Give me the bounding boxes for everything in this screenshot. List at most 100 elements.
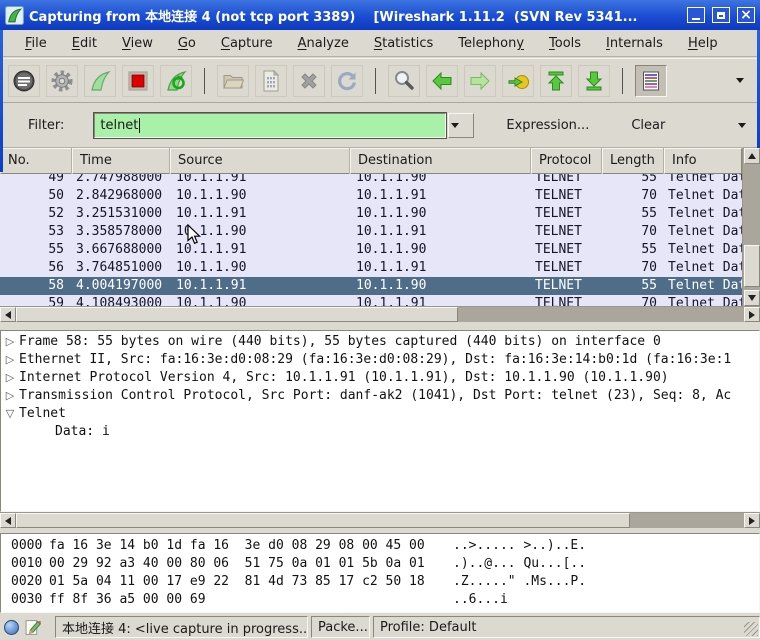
cell-time: 4.004197000 (76, 278, 163, 293)
restart-capture-button[interactable] (160, 64, 192, 97)
collapsed-expander-icon[interactable]: ▷ (1, 387, 19, 405)
column-header-no[interactable]: No. (0, 147, 73, 175)
hex-line[interactable]: 0030 ff 8f 36 a5 00 00 69 ..6...i (11, 591, 759, 609)
open-capture-file-button (217, 64, 249, 97)
scroll-left-button[interactable] (0, 307, 16, 322)
filter-dropdown-button[interactable] (448, 113, 475, 138)
hex-line[interactable]: 0020 01 5a 04 11 00 17 e9 22 81 4d 73 85 … (11, 573, 759, 591)
filter-label-button[interactable]: Filter: (28, 118, 64, 133)
menu-item-file[interactable]: File (15, 33, 57, 54)
packet-list-horizontal-scrollbar[interactable] (0, 306, 760, 322)
horizontal-scrollbar-thumb[interactable] (16, 513, 630, 528)
menu-item-view[interactable]: View (112, 33, 163, 54)
detail-horizontal-scrollbar[interactable] (0, 512, 760, 528)
menu-item-telephony[interactable]: Telephony (448, 33, 534, 54)
menu-item-statistics[interactable]: Statistics (364, 33, 443, 54)
capture-options-button[interactable] (46, 64, 78, 97)
scroll-left-button[interactable] (0, 513, 16, 528)
save-capture-file-button (255, 64, 287, 97)
hex-line[interactable]: 0010 00 29 92 a3 40 00 80 06 51 75 0a 01 … (11, 555, 759, 573)
detail-line[interactable]: ▷ Internet Protocol Version 4, Src: 10.1.… (1, 369, 759, 387)
expression-button[interactable]: Expression... (506, 118, 589, 133)
hex-dump-lines: 0000 fa 16 3e 14 b0 1d fa 16 3e d0 08 29 … (11, 537, 759, 609)
hex-line[interactable]: 0000 fa 16 3e 14 b0 1d fa 16 3e d0 08 29 … (11, 537, 759, 555)
scroll-down-button[interactable] (744, 290, 760, 306)
column-header-info[interactable]: Info (663, 147, 743, 175)
collapsed-expander-icon[interactable]: ▷ (1, 333, 19, 351)
detail-line[interactable]: ▽ Telnet (1, 405, 759, 423)
cell-proto: TELNET (535, 174, 582, 185)
menu-item-edit[interactable]: Edit (62, 33, 107, 54)
packet-row-50[interactable]: 50 2.842968000 10.1.1.90 10.1.1.91 TELNET 70 T… (0, 187, 742, 205)
packet-list-vertical-scrollbar[interactable] (742, 148, 760, 306)
triangle-up-icon (748, 153, 756, 159)
capture-comment-icon[interactable] (25, 619, 42, 636)
vertical-scrollbar-thumb[interactable] (744, 245, 760, 287)
maximize-button[interactable] (712, 7, 730, 23)
scroll-right-button[interactable] (744, 513, 760, 528)
menu-item-internals[interactable]: Internals (596, 33, 673, 54)
main-toolbar (0, 58, 760, 103)
cell-src: 10.1.1.91 (176, 174, 247, 185)
detail-line-text: Telnet (19, 406, 66, 421)
cell-dst: 10.1.1.90 (356, 242, 427, 257)
list-interfaces-button[interactable] (8, 64, 40, 97)
horizontal-scrollbar-thumb[interactable] (16, 307, 458, 322)
go-to-last-packet-button[interactable] (578, 64, 610, 97)
go-back-button[interactable] (426, 64, 458, 97)
start-capture-button[interactable] (84, 64, 116, 97)
packet-row-52[interactable]: 52 3.251531000 10.1.1.91 10.1.1.90 TELNET 55 T… (0, 205, 742, 223)
column-header-time[interactable]: Time (71, 147, 171, 175)
triangle-right-icon (749, 516, 755, 525)
expert-info-icon[interactable] (4, 619, 19, 635)
detail-line[interactable]: ▷ Transmission Control Protocol, Src Port… (1, 387, 759, 405)
scroll-up-button[interactable] (744, 148, 760, 164)
stop-capture-button[interactable] (122, 64, 154, 97)
clear-button[interactable]: Clear (631, 118, 665, 133)
start-capture-icon (88, 69, 112, 93)
cell-src: 10.1.1.90 (176, 260, 247, 275)
window-border-left (0, 30, 3, 172)
filter-input[interactable]: telnet (93, 112, 448, 139)
close-icon: × (740, 7, 752, 23)
minimize-button[interactable] (687, 7, 705, 23)
cell-info: Telnet Dat (668, 260, 742, 275)
triangle-right-icon (749, 310, 755, 319)
column-header-source[interactable]: Source (169, 147, 351, 175)
column-header-destination[interactable]: Destination (349, 147, 532, 175)
detail-line[interactable]: ▷ Frame 58: 55 bytes on wire (440 bits), … (1, 333, 759, 351)
packet-row-55[interactable]: 55 3.667688000 10.1.1.91 10.1.1.90 TELNET 55 T… (0, 241, 742, 259)
detail-line[interactable]: Data: i (1, 423, 759, 441)
scroll-right-button[interactable] (744, 307, 760, 322)
go-to-packet-button[interactable] (502, 64, 534, 97)
packet-row-56[interactable]: 56 3.764851000 10.1.1.90 10.1.1.91 TELNET 70 T… (0, 259, 742, 277)
go-to-first-packet-button[interactable] (540, 64, 572, 97)
menu-item-analyze[interactable]: Analyze (288, 33, 359, 54)
colorize-packet-list-button[interactable] (635, 64, 667, 97)
menu-item-capture[interactable]: Capture (211, 33, 283, 54)
filter-overflow-button[interactable] (738, 123, 746, 128)
collapsed-expander-icon[interactable]: ▷ (1, 351, 19, 369)
toolbar-overflow-button[interactable] (736, 78, 744, 83)
collapsed-expander-icon[interactable]: ▷ (1, 369, 19, 387)
detail-line[interactable]: ▷ Ethernet II, Src: fa:16:3e:d0:08:29 (fa… (1, 351, 759, 369)
packet-row-53[interactable]: 53 3.358578000 10.1.1.90 10.1.1.91 TELNET 70 T… (0, 223, 742, 241)
chevron-down-icon (451, 123, 460, 128)
cell-info: Telnet Dat (668, 188, 742, 203)
packet-row-49[interactable]: 49 2.747988000 10.1.1.91 10.1.1.90 TELNET 55 T… (0, 174, 742, 187)
menu-item-go[interactable]: Go (168, 33, 206, 54)
restart-capture-icon (164, 69, 188, 93)
packet-row-58[interactable]: 58 4.004197000 10.1.1.91 10.1.1.90 TELNET 55 T… (0, 277, 742, 295)
close-button[interactable]: × (737, 7, 755, 23)
find-packet-button[interactable] (388, 64, 420, 97)
column-header-protocol[interactable]: Protocol (530, 147, 603, 175)
go-forward-button[interactable] (464, 64, 496, 97)
packet-row-59[interactable]: 59 4.108493000 10.1.1.90 10.1.1.91 TELNET 70 T… (0, 295, 742, 306)
menu-item-tools[interactable]: Tools (539, 33, 591, 54)
cell-no: 49 (48, 174, 64, 185)
capture-options-icon (50, 69, 74, 93)
resize-grip[interactable] (744, 622, 758, 636)
column-header-length[interactable]: Length (601, 147, 665, 175)
menu-item-help[interactable]: Help (678, 33, 728, 54)
expanded-expander-icon[interactable]: ▽ (1, 405, 19, 423)
